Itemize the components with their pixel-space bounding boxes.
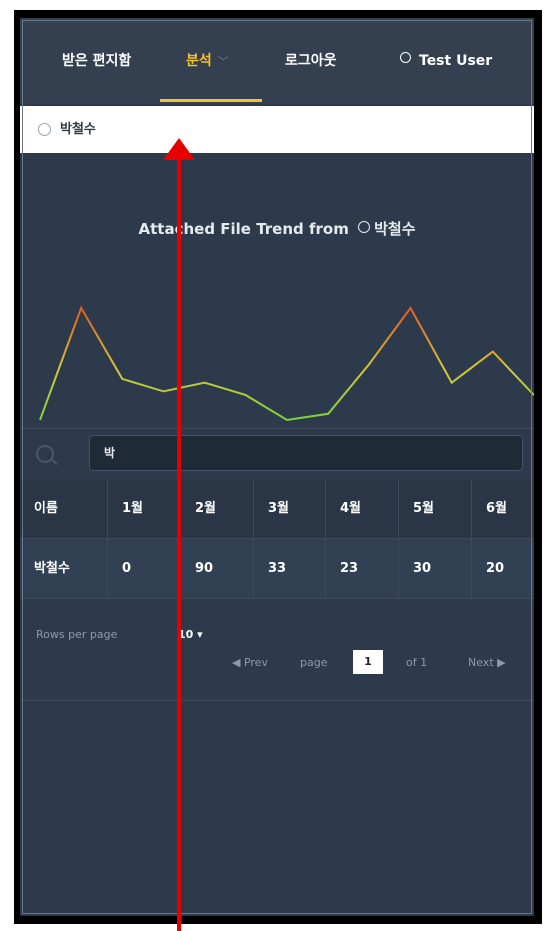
nav-logout[interactable]: 로그아웃 (285, 18, 337, 104)
header-jan[interactable]: 1월 (108, 479, 181, 538)
header-may[interactable]: 5월 (399, 479, 472, 538)
cell-apr: 23 (326, 539, 399, 598)
header-feb[interactable]: 2월 (181, 479, 254, 538)
chevron-down-icon: ﹀ (217, 55, 229, 68)
cell-mar: 33 (254, 539, 326, 598)
table-row[interactable]: 박철수 0 90 33 23 30 20 (20, 539, 534, 599)
prev-button[interactable]: ◀ Prev (232, 656, 268, 669)
trend-line (39, 305, 534, 422)
table-filter-input[interactable]: 박 (89, 435, 523, 471)
header-apr[interactable]: 4월 (326, 479, 399, 538)
header-mar[interactable]: 3월 (254, 479, 326, 538)
table-filter-bar: 박 (20, 428, 534, 480)
cell-may: 30 (399, 539, 472, 598)
header-name[interactable]: 이름 (20, 479, 108, 538)
cell-jan: 0 (108, 539, 181, 598)
page-number-input[interactable]: 1 (353, 650, 383, 674)
page-total: of 1 (406, 656, 428, 669)
app-window: 받은 편지함 분석 ﹀ 로그아웃 Test User 박철수 Attached F… (20, 18, 534, 916)
annotation-arrow-shaft (177, 150, 181, 931)
nav-analysis-label: 분석 (186, 53, 212, 69)
user-name: Test User (419, 53, 493, 69)
chart-title-name: 박철수 (374, 220, 416, 238)
nav-inbox[interactable]: 받은 편지함 (62, 18, 131, 104)
cell-jun: 20 (486, 561, 505, 576)
next-button[interactable]: Next ▶ (468, 656, 506, 669)
person-icon (358, 221, 371, 233)
header-jun[interactable]: 6월 (472, 479, 534, 538)
chart-title: Attached File Trend from 박철수 (20, 218, 534, 239)
active-tab-indicator (160, 99, 262, 102)
trend-chart (39, 305, 534, 422)
table-header-row: 이름 1월 2월 3월 4월 5월 6월 (20, 479, 534, 539)
page-label: page (300, 656, 328, 669)
user-icon (400, 52, 411, 63)
nav-analysis[interactable]: 분석 ﹀ (186, 18, 229, 104)
chart-title-prefix: Attached File Trend from (138, 220, 349, 238)
cell-name: 박철수 (20, 539, 108, 598)
annotation-arrow-head (163, 138, 195, 160)
nav-user[interactable]: Test User (400, 18, 492, 104)
search-bar[interactable]: 박철수 (20, 106, 534, 153)
search-icon (38, 123, 51, 136)
rows-per-page-label: Rows per page (36, 628, 118, 641)
rows-per-page-select[interactable]: 10 ▾ (178, 628, 203, 641)
cell-feb: 90 (181, 539, 254, 598)
search-icon (36, 445, 54, 463)
search-input[interactable]: 박철수 (60, 106, 96, 153)
top-navigation: 받은 편지함 분석 ﹀ 로그아웃 Test User (20, 18, 534, 104)
pagination: Rows per page 10 ▾ ◀ Prev page 1 of 1 Ne… (20, 618, 534, 701)
data-table: 이름 1월 2월 3월 4월 5월 6월 박철수 0 90 33 23 30 2… (20, 479, 534, 599)
